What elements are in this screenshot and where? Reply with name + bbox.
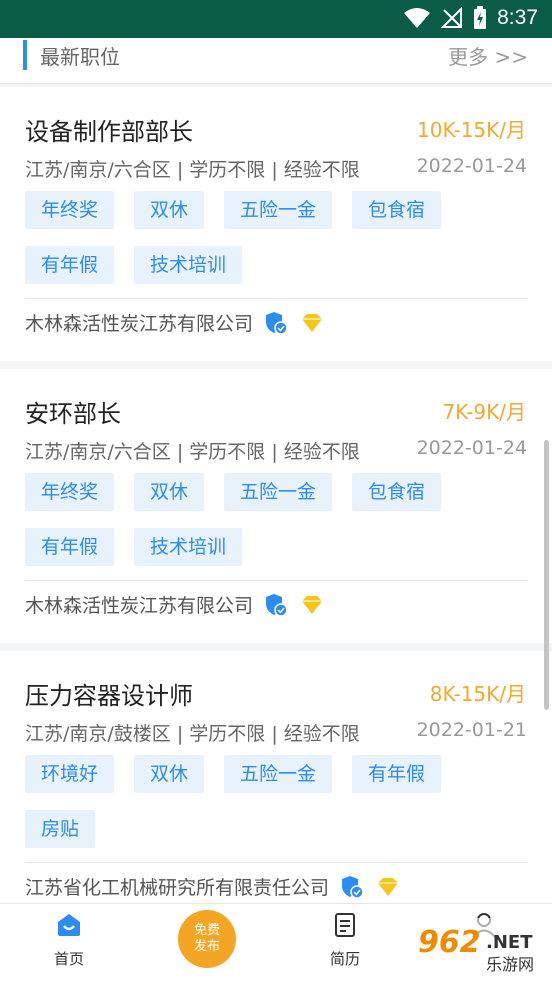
job-tag: 环境好	[25, 755, 115, 793]
enterprise-verified-icon	[266, 593, 288, 617]
job-title: 安环部长	[25, 400, 121, 428]
job-tag: 五险一金	[224, 473, 333, 511]
job-meta: 江苏/南京/六合区 | 学历不限 | 经验不限	[25, 441, 360, 463]
job-tag: 有年假	[352, 755, 442, 793]
job-tag: 双休	[134, 473, 205, 511]
job-tag: 五险一金	[224, 755, 333, 793]
section-title: 最新职位	[40, 45, 120, 69]
card-divider	[25, 862, 528, 863]
tab-resume-label: 简历	[329, 950, 360, 968]
watermark-brand: 962	[418, 925, 481, 960]
diamond-vip-icon	[302, 595, 323, 614]
scrollbar[interactable]	[544, 440, 549, 710]
job-tags: 年终奖 双休 五险一金 包食宿 有年假 技术培训	[25, 191, 525, 284]
tab-resume[interactable]: 简历	[305, 912, 385, 969]
publish-line1: 免费	[193, 923, 220, 938]
company-row: 江苏省化工机械研究所有限责任公司	[25, 873, 401, 900]
resume-icon	[335, 913, 355, 937]
job-salary: 10K-15K/月	[417, 118, 526, 142]
company-name: 江苏省化工机械研究所有限责任公司	[25, 877, 330, 899]
section-header: 最新职位 更多 >>	[0, 38, 552, 84]
job-tag: 技术培训	[134, 528, 243, 566]
company-row: 木林森活性炭江苏有限公司	[25, 309, 325, 336]
company-row: 木林森活性炭江苏有限公司	[25, 591, 325, 618]
free-publish-button[interactable]: 免费 发布	[178, 910, 236, 968]
job-tag: 有年假	[25, 246, 115, 284]
job-card[interactable]: 设备制作部部长 10K-15K/月 江苏/南京/六合区 | 学历不限 | 经验不…	[0, 87, 552, 361]
job-meta: 江苏/南京/鼓楼区 | 学历不限 | 经验不限	[25, 723, 360, 745]
watermark-suffix: .NET	[486, 932, 533, 953]
tab-home[interactable]: 首页	[29, 912, 109, 969]
company-name: 木林森活性炭江苏有限公司	[25, 595, 254, 617]
job-tag: 房贴	[25, 810, 96, 848]
no-signal-icon	[441, 7, 463, 28]
status-icons: 8:37	[403, 6, 538, 30]
status-bar: 8:37	[0, 0, 552, 38]
job-title: 设备制作部部长	[25, 118, 193, 146]
card-divider	[25, 580, 528, 581]
job-tag: 年终奖	[25, 473, 115, 511]
status-time: 8:37	[497, 6, 538, 29]
job-tag: 有年假	[25, 528, 115, 566]
job-salary: 7K-9K/月	[442, 400, 526, 424]
job-tag: 包食宿	[352, 191, 442, 229]
watermark-logo: 962 .NET 乐游网	[412, 918, 548, 976]
job-tag: 年终奖	[25, 191, 115, 229]
diamond-vip-icon	[302, 313, 323, 332]
job-tags: 环境好 双休 五险一金 有年假 房贴	[25, 755, 525, 848]
job-meta: 江苏/南京/六合区 | 学历不限 | 经验不限	[25, 159, 360, 181]
job-tag: 双休	[134, 755, 205, 793]
tab-home-label: 首页	[53, 950, 84, 968]
job-date: 2022-01-21	[416, 719, 527, 741]
job-tags: 年终奖 双休 五险一金 包食宿 有年假 技术培训	[25, 473, 525, 566]
section-accent-bar	[23, 40, 27, 70]
job-date: 2022-01-24	[416, 155, 527, 177]
job-tag: 双休	[134, 191, 205, 229]
more-link[interactable]: 更多 >>	[448, 41, 528, 70]
enterprise-verified-icon	[266, 311, 288, 335]
wifi-icon	[404, 8, 431, 28]
job-tag: 技术培训	[134, 246, 243, 284]
job-tag: 五险一金	[224, 191, 333, 229]
company-name: 木林森活性炭江苏有限公司	[25, 313, 254, 335]
job-tag: 包食宿	[352, 473, 442, 511]
job-card[interactable]: 压力容器设计师 8K-15K/月 江苏/南京/鼓楼区 | 学历不限 | 经验不限…	[0, 651, 552, 903]
job-card[interactable]: 安环部长 7K-9K/月 江苏/南京/六合区 | 学历不限 | 经验不限 202…	[0, 369, 552, 643]
job-title: 压力容器设计师	[25, 682, 193, 710]
battery-charging-icon	[474, 6, 487, 29]
diamond-vip-icon	[378, 877, 399, 896]
job-date: 2022-01-24	[416, 437, 527, 459]
card-divider	[25, 298, 528, 299]
job-salary: 8K-15K/月	[429, 682, 526, 706]
watermark-sub: 乐游网	[486, 955, 534, 974]
home-icon	[58, 914, 80, 936]
enterprise-verified-icon	[342, 875, 364, 899]
publish-line2: 发布	[193, 939, 220, 954]
